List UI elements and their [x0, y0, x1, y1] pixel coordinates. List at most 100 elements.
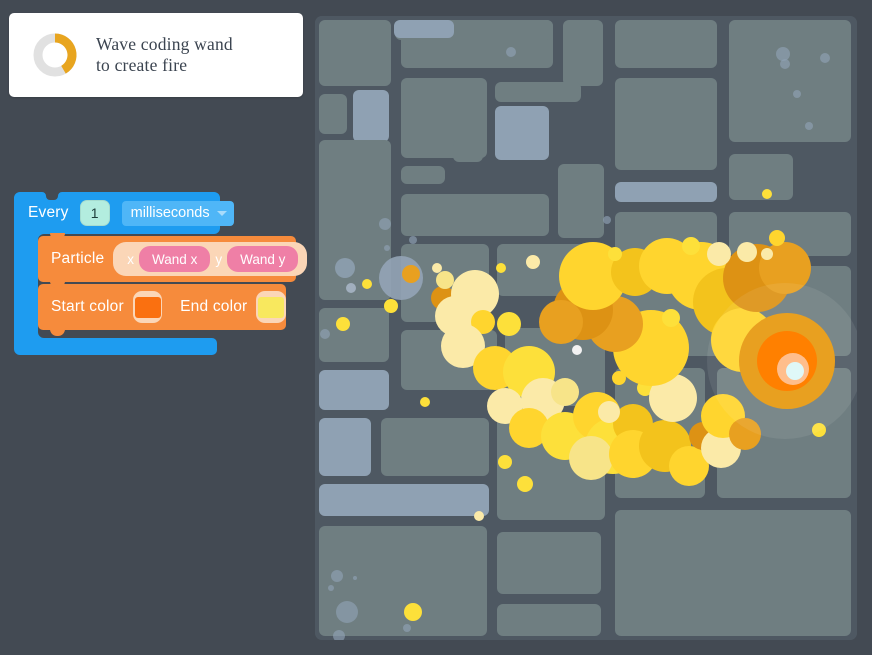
map-block	[319, 370, 389, 410]
end-color-chip	[258, 296, 285, 318]
fire-particle	[346, 283, 356, 293]
map-dot	[805, 122, 813, 130]
map-block	[558, 164, 604, 238]
progress-ring-icon	[32, 32, 78, 78]
map-dot	[328, 585, 334, 591]
fire-particle	[517, 476, 533, 492]
map-dot	[776, 47, 790, 61]
fire-particle	[526, 255, 540, 269]
map-block	[615, 510, 851, 636]
fire-particle	[662, 309, 680, 327]
fire-particle	[762, 189, 772, 199]
particle-xy-socket: x Wand x y Wand y	[113, 242, 308, 276]
color-block-row: Start color End color	[38, 284, 286, 330]
end-color-swatch[interactable]	[256, 291, 286, 323]
fire-particle	[737, 242, 757, 262]
fire-particle	[608, 247, 622, 261]
chevron-down-icon	[216, 210, 227, 216]
instruction-line-2: to create fire	[96, 55, 188, 75]
map-canvas[interactable]	[315, 16, 857, 640]
block-script-stack: Every 1 milliseconds Particle x Wand x y…	[14, 192, 308, 356]
wand-x-variable[interactable]: Wand x	[139, 246, 211, 272]
map-dot	[384, 245, 390, 251]
map-block	[453, 140, 483, 162]
map-dot	[320, 329, 330, 339]
map-block	[319, 418, 371, 476]
fire-particle	[432, 263, 442, 273]
map-block	[615, 20, 717, 68]
fire-particle	[659, 358, 671, 370]
fire-particle	[336, 317, 350, 331]
fire-particle	[436, 271, 454, 289]
start-color-chip	[134, 296, 161, 318]
fire-particle	[539, 300, 583, 344]
fire-particle	[498, 455, 512, 469]
map-block	[319, 20, 391, 86]
fire-particle	[420, 397, 430, 407]
fire-particle	[404, 603, 422, 621]
map-dot	[506, 47, 516, 57]
color-block[interactable]: Start color End color	[38, 281, 286, 336]
instruction-line-1: Wave coding wand	[96, 34, 233, 54]
interval-number-input[interactable]: 1	[79, 200, 110, 226]
map-block	[729, 20, 851, 142]
start-color-label: Start color	[51, 298, 124, 315]
map-block	[615, 182, 717, 202]
fire-particle	[551, 378, 579, 406]
map-dot	[336, 601, 358, 623]
fire-particle	[474, 511, 484, 521]
map-dot	[353, 576, 357, 580]
particle-block[interactable]: Particle x Wand x y Wand y	[38, 233, 308, 282]
fire-particle	[569, 436, 613, 480]
fire-particle	[362, 279, 372, 289]
map-dot	[379, 218, 391, 230]
map-block	[401, 194, 549, 236]
map-block	[497, 604, 601, 636]
map-block	[563, 20, 603, 86]
map-block	[381, 418, 489, 476]
fire-particle	[707, 242, 731, 266]
map-block	[495, 106, 549, 160]
every-label: Every	[28, 204, 69, 221]
map-block	[401, 166, 445, 184]
instruction-card: Wave coding wand to create fire	[9, 13, 303, 97]
map-block	[497, 532, 601, 594]
wand-tip-layer	[786, 362, 804, 380]
x-axis-label: x	[127, 251, 135, 267]
fire-particle	[497, 312, 521, 336]
map-dot	[409, 236, 417, 244]
wand-tip	[707, 283, 857, 439]
map-dot	[603, 216, 611, 224]
map-block	[319, 484, 489, 516]
instruction-text: Wave coding wand to create fire	[96, 34, 233, 76]
map-block	[615, 78, 717, 170]
map-dot	[331, 570, 343, 582]
fire-particle	[402, 265, 420, 283]
end-color-label: End color	[180, 298, 248, 315]
map-dot	[793, 90, 801, 98]
every-block-row: Every 1 milliseconds	[14, 192, 234, 234]
fire-particle	[384, 299, 398, 313]
app-stage: Wave coding wand to create fire Every 1 …	[0, 0, 872, 655]
map-dot	[780, 59, 790, 69]
fire-particle	[598, 401, 620, 423]
map-dot	[820, 53, 830, 63]
particle-label: Particle	[51, 250, 105, 267]
map-block	[495, 82, 581, 102]
fire-particle	[769, 230, 785, 246]
fire-particle	[682, 237, 700, 255]
map-block	[319, 94, 347, 134]
time-unit-dropdown[interactable]: milliseconds	[121, 200, 234, 226]
fire-particle	[335, 258, 355, 278]
wand-y-variable[interactable]: Wand y	[227, 246, 299, 272]
map-block	[729, 154, 793, 200]
y-axis-label: y	[215, 251, 223, 267]
map-block	[394, 20, 454, 38]
time-unit-value: milliseconds	[130, 205, 210, 221]
map-block	[353, 90, 389, 142]
fire-particle	[761, 248, 773, 260]
start-color-swatch[interactable]	[132, 291, 163, 323]
map-dot	[403, 624, 411, 632]
particle-block-row: Particle x Wand x y Wand y	[38, 236, 308, 282]
fire-particle	[572, 345, 582, 355]
